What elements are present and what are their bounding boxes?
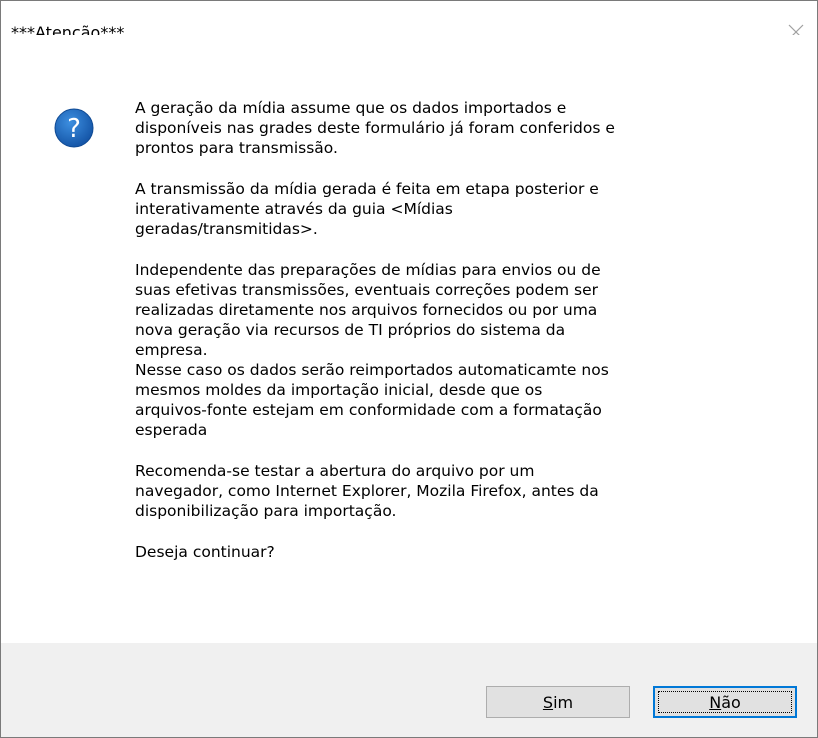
- svg-text:?: ?: [67, 114, 81, 144]
- button-bar: Sim Não: [1, 643, 817, 737]
- yes-button[interactable]: Sim: [486, 686, 630, 718]
- paragraph-question: Deseja continuar?: [135, 542, 795, 562]
- message-line: A geração da mídia assume que os dados i…: [135, 99, 567, 117]
- message-line: Recomenda-se testar a abertura do arquiv…: [135, 462, 535, 480]
- paragraph-reimport: Nesse caso os dados serão reimportados a…: [135, 360, 795, 440]
- message-line: arquivos-fonte estejam em conformidade c…: [135, 401, 602, 419]
- yes-mnemonic: S: [542, 692, 554, 712]
- message-line: geradas/transmitidas>.: [135, 220, 318, 238]
- message-line: Independente das preparações de mídias p…: [135, 261, 601, 279]
- message-line: Deseja continuar?: [135, 543, 275, 561]
- message-line: nova geração via recursos de TI próprios…: [135, 321, 566, 339]
- message-dialog: ***Atenção*** ? A geração da mídia assum…: [0, 0, 818, 738]
- message-line: Nesse caso os dados serão reimportados a…: [135, 361, 609, 379]
- message-line: mesmos moldes da importação inicial, des…: [135, 381, 543, 399]
- paragraph-corrections: Independente das preparações de mídias p…: [135, 260, 795, 360]
- message-line: suas efetivas transmissões, eventuais co…: [135, 281, 599, 299]
- question-icon: ?: [54, 108, 94, 148]
- message-line: disponibilização para importação.: [135, 502, 397, 520]
- message-line: A transmissão da mídia gerada é feita em…: [135, 180, 599, 198]
- title-bar: ***Atenção***: [1, 1, 817, 42]
- message-line: disponíveis nas grades deste formulário …: [135, 119, 615, 137]
- dialog-content: ? A geração da mídia assume que os dados…: [1, 35, 817, 643]
- message-line: esperada: [135, 421, 208, 439]
- yes-label-rest: im: [553, 692, 574, 712]
- no-button[interactable]: Não: [653, 686, 797, 718]
- message-line: prontos para transmissão.: [135, 139, 338, 157]
- message-line: empresa.: [135, 341, 208, 359]
- message-line: interativamente através da guia <Mídias: [135, 200, 453, 218]
- paragraph-transmission: A transmissão da mídia gerada é feita em…: [135, 179, 795, 239]
- message-line: navegador, como Internet Explorer, Mozil…: [135, 482, 599, 500]
- focus-rectangle: [658, 691, 792, 713]
- paragraph-media-generation: A geração da mídia assume que os dados i…: [135, 98, 795, 158]
- message-text: A geração da mídia assume que os dados i…: [135, 98, 795, 583]
- paragraph-recommendation: Recomenda-se testar a abertura do arquiv…: [135, 461, 795, 521]
- message-line: realizadas diretamente nos arquivos forn…: [135, 301, 598, 319]
